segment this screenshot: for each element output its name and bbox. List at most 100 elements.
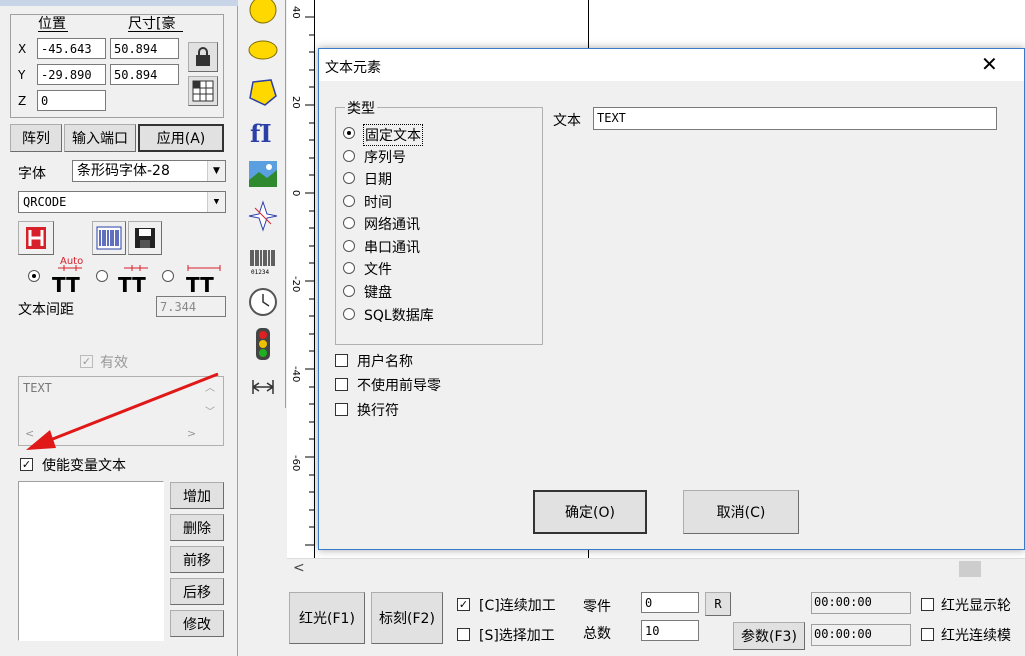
type-radio-fixed-text[interactable] <box>343 127 355 139</box>
z-label: Z <box>18 94 27 108</box>
variable-text-list[interactable] <box>18 481 164 641</box>
ruler-tick-label: 0 <box>290 190 301 197</box>
delay-tool-icon[interactable] <box>247 372 279 400</box>
type-option-label[interactable]: 序列号 <box>364 147 406 167</box>
type-radio-time[interactable] <box>343 195 355 207</box>
move-forward-button[interactable]: 前移 <box>170 546 224 573</box>
type-option-label[interactable]: SQL数据库 <box>364 305 434 325</box>
delete-button[interactable]: 删除 <box>170 514 224 541</box>
y-size-input[interactable]: 50.894 <box>110 64 179 85</box>
dialog-titlebar[interactable]: 文本元素 ✕ <box>319 49 1024 81</box>
vector-file-tool-icon[interactable] <box>247 200 279 232</box>
type-radio-sql[interactable] <box>343 308 355 320</box>
barcode-button[interactable] <box>92 221 126 255</box>
newline-checkbox[interactable] <box>335 403 348 416</box>
save-button[interactable] <box>128 221 162 255</box>
add-button[interactable]: 增加 <box>170 482 224 509</box>
mark-button[interactable]: 标刻(F2) <box>371 592 443 644</box>
total-count-input[interactable]: 10 <box>641 620 699 641</box>
type-radio-serial-port[interactable] <box>343 240 355 252</box>
type-radio-serial[interactable] <box>343 150 355 162</box>
image-tool-icon[interactable] <box>247 158 279 190</box>
no-leading-zero-checkbox[interactable] <box>335 378 348 391</box>
type-option-label[interactable]: 文件 <box>364 259 392 279</box>
close-icon[interactable]: ✕ <box>981 52 998 76</box>
red-show-outline-checkbox[interactable] <box>921 598 934 611</box>
z-position-input[interactable]: 0 <box>37 90 106 111</box>
move-back-button[interactable]: 后移 <box>170 578 224 605</box>
type-option-label[interactable]: 网络通讯 <box>364 214 420 234</box>
scroll-left-arrow-icon[interactable]: < <box>293 560 305 576</box>
barcode-tool-icon[interactable]: 01234 <box>247 246 279 278</box>
input-port-button[interactable]: 输入端口 <box>64 124 136 152</box>
enable-variable-text-checkbox[interactable]: ✓ <box>20 458 33 471</box>
params-button[interactable]: 参数(F3) <box>733 622 805 650</box>
grid-align-button[interactable] <box>188 76 218 106</box>
barcode-icon <box>96 226 122 250</box>
circle-tool-icon[interactable] <box>247 0 279 24</box>
username-checkbox-label: 用户名称 <box>357 354 413 370</box>
type-radio-file[interactable] <box>343 262 355 274</box>
lock-button[interactable] <box>188 42 218 72</box>
red-light-button[interactable]: 红光(F1) <box>289 592 365 644</box>
continuous-mode-checkbox[interactable]: ✓ <box>457 598 470 611</box>
spacing-mode-edge-radio[interactable] <box>162 270 174 282</box>
y-position-input[interactable]: -29.890 <box>37 64 106 85</box>
parts-label: 零件 <box>583 599 611 615</box>
red-continuous-checkbox[interactable] <box>921 628 934 641</box>
text-spacing-input[interactable]: 7.344 <box>156 296 226 317</box>
x-position-input[interactable]: -45.643 <box>37 38 106 59</box>
text-spacing-center-icon: TT <box>118 265 148 294</box>
type-option-label[interactable]: 键盘 <box>364 282 392 302</box>
modify-button[interactable]: 修改 <box>170 610 224 637</box>
barcode-type-select[interactable]: QRCODE ▼ <box>18 191 226 213</box>
x-size-input[interactable]: 50.894 <box>110 38 179 59</box>
vertical-ruler: 40 20 0 -20 -40 -60 <box>287 0 315 560</box>
total-label: 总数 <box>583 626 611 642</box>
ok-button[interactable]: 确定(O) <box>533 490 647 534</box>
bottom-control-bar: 红光(F1) 标刻(F2) ✓ [C]连续加工 [S]选择加工 零件 总数 0 … <box>287 580 1025 656</box>
cancel-button[interactable]: 取消(C) <box>683 490 799 534</box>
svg-text:TT: TT <box>52 273 80 294</box>
select-mode-checkbox[interactable] <box>457 628 470 641</box>
horizontal-scrollbar[interactable]: < <box>287 558 1025 578</box>
y-label: Y <box>18 68 26 82</box>
size-header: 尺寸[豪 <box>128 16 176 32</box>
barcode-settings-button[interactable] <box>18 221 54 255</box>
type-option-label[interactable]: 时间 <box>364 192 392 212</box>
font-select[interactable]: 条形码字体-28 ▼ <box>72 160 226 182</box>
type-radio-keyboard[interactable] <box>343 285 355 297</box>
svg-text:TT: TT <box>186 273 214 294</box>
scrollbar-thumb[interactable] <box>959 561 981 577</box>
parts-count-input[interactable]: 0 <box>641 592 699 613</box>
type-option-label[interactable]: 固定文本 <box>363 124 423 146</box>
array-button[interactable]: 阵列 <box>10 124 62 152</box>
text-label: 文本 <box>553 113 581 129</box>
red-show-outline-label: 红光显示轮 <box>941 598 1011 614</box>
spacing-mode-auto-radio[interactable] <box>28 270 40 282</box>
type-radio-date[interactable] <box>343 172 355 184</box>
apply-button[interactable]: 应用(A) <box>138 124 224 152</box>
floppy-disk-icon <box>135 228 155 248</box>
ellipse-tool-icon[interactable] <box>247 38 279 62</box>
username-checkbox[interactable] <box>335 354 348 367</box>
type-option-label[interactable]: 串口通讯 <box>364 237 420 257</box>
type-radio-network[interactable] <box>343 217 355 229</box>
text-input[interactable]: TEXT <box>593 107 997 130</box>
text-tool-icon[interactable]: fI <box>247 116 279 148</box>
type-group-label: 类型 <box>345 98 377 118</box>
polygon-tool-icon[interactable] <box>247 76 279 108</box>
io-port-tool-icon[interactable] <box>247 326 279 362</box>
grid-icon <box>192 80 214 102</box>
valid-checkbox[interactable]: ✓ <box>80 355 93 368</box>
chevron-down-icon: ▼ <box>207 161 225 181</box>
no-leading-zero-label: 不使用前导零 <box>357 378 441 394</box>
spacing-mode-center-radio[interactable] <box>96 270 108 282</box>
type-option-label[interactable]: 日期 <box>364 169 392 189</box>
font-label: 字体 <box>18 166 46 182</box>
ruler-tick-label: -40 <box>290 366 301 383</box>
reset-count-button[interactable]: R <box>705 592 731 616</box>
lock-icon <box>196 47 210 66</box>
timer-tool-icon[interactable] <box>247 286 279 318</box>
x-label: X <box>18 42 27 56</box>
